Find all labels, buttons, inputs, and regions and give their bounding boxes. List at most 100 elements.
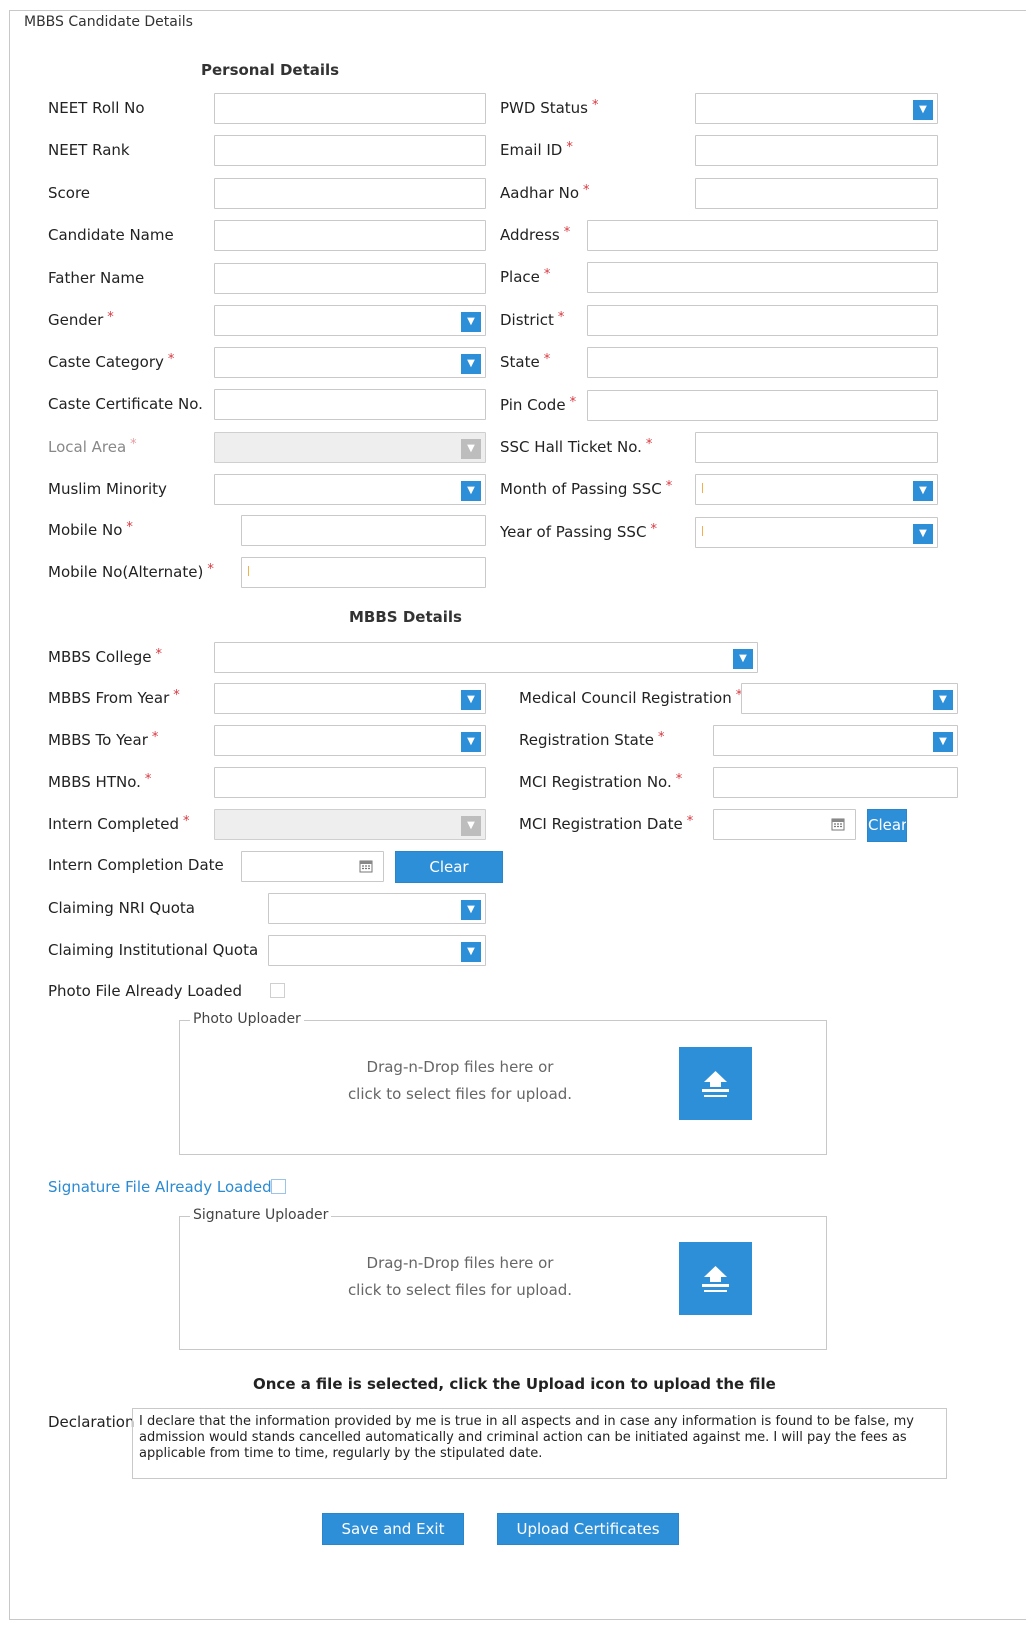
month-of-passing-ssc-select[interactable]: ▼ [695,474,938,505]
upload-instruction-note: Once a file is selected, click the Uploa… [253,1375,776,1393]
upload-icon [702,1266,729,1292]
mbbs-college-label: MBBS College * [48,647,163,666]
medical-council-registration-select[interactable]: ▼ [741,683,958,714]
photo-drop-zone-text[interactable]: Drag-n-Drop files here or click to selec… [330,1054,590,1108]
year-of-passing-ssc-label: Year of Passing SSC * [500,522,657,541]
caste-certificate-no-label: Caste Certificate No. [48,395,203,413]
mbbs-to-year-select[interactable]: ▼ [214,725,486,756]
caste-category-label: Caste Category * [48,352,175,371]
claiming-nri-quota-select[interactable]: ▼ [268,893,486,924]
neet-roll-no-input[interactable] [214,93,486,124]
pwd-status-select[interactable]: ▼ [695,93,938,124]
neet-rank-label: NEET Rank [48,141,130,159]
local-area-label: Local Area * [48,437,137,456]
email-id-input[interactable] [695,135,938,166]
intern-date-clear-button[interactable]: Clear [395,851,503,883]
chevron-down-icon[interactable]: ▼ [913,481,933,501]
address-input[interactable] [587,220,938,251]
mbbs-htno-label: MBBS HTNo. * [48,772,152,791]
muslim-minority-select[interactable]: ▼ [214,474,486,505]
pwd-status-label: PWD Status * [500,98,599,117]
district-input[interactable] [587,305,938,336]
chevron-down-icon[interactable]: ▼ [913,524,933,544]
candidate-name-input[interactable] [214,220,486,251]
form-legend: MBBS Candidate Details [20,14,197,30]
caste-certificate-no-input[interactable] [214,389,486,420]
signature-uploader[interactable]: Signature Uploader Drag-n-Drop files her… [179,1207,827,1350]
score-input[interactable] [214,178,486,209]
photo-file-already-loaded-checkbox[interactable] [270,983,285,998]
drop-text-line2: click to select files for upload. [347,1085,573,1103]
mobile-no-input[interactable] [241,515,486,546]
chevron-down-icon[interactable]: ▼ [461,690,481,710]
calendar-icon[interactable] [831,817,845,831]
save-and-exit-button[interactable]: Save and Exit [322,1513,464,1545]
gender-select[interactable]: ▼ [214,305,486,336]
chevron-down-icon[interactable]: ▼ [461,354,481,374]
text-cursor [702,526,703,536]
month-of-passing-ssc-label: Month of Passing SSC * [500,479,673,498]
ssc-hall-ticket-no-label: SSC Hall Ticket No. * [500,437,653,456]
aadhar-no-label: Aadhar No * [500,183,590,202]
mci-registration-date-input[interactable] [713,809,856,840]
mobile-no-alternate-label: Mobile No(Alternate) * [48,562,214,581]
pin-code-label: Pin Code * [500,395,577,414]
text-cursor [702,483,703,493]
declaration-textarea[interactable]: I declare that the information provided … [132,1408,947,1479]
chevron-down-icon[interactable]: ▼ [933,732,953,752]
ssc-hall-ticket-no-input[interactable] [695,432,938,463]
mobile-no-label: Mobile No * [48,520,133,539]
place-label: Place * [500,267,551,286]
neet-rank-input[interactable] [214,135,486,166]
mbbs-to-year-label: MBBS To Year * [48,730,159,749]
chevron-down-icon: ▼ [461,816,481,836]
chevron-down-icon[interactable]: ▼ [461,942,481,962]
signature-uploader-legend: Signature Uploader [190,1207,332,1223]
chevron-down-icon[interactable]: ▼ [461,481,481,501]
state-label: State * [500,352,551,371]
declaration-label: Declaration [48,1413,135,1431]
drop-text-line2: click to select files for upload. [347,1281,573,1299]
chevron-down-icon: ▼ [461,439,481,459]
pin-code-input[interactable] [587,390,938,421]
registration-state-select[interactable]: ▼ [713,725,958,756]
intern-completion-date-input[interactable] [241,851,384,882]
claiming-institutional-quota-select[interactable]: ▼ [268,935,486,966]
photo-uploader-legend: Photo Uploader [190,1011,304,1027]
photo-upload-button[interactable] [679,1047,752,1120]
mci-registration-no-input[interactable] [713,767,958,798]
place-input[interactable] [587,262,938,293]
medical-council-registration-label: Medical Council Registration * [519,688,743,707]
mbbs-from-year-select[interactable]: ▼ [214,683,486,714]
year-of-passing-ssc-select[interactable]: ▼ [695,517,938,548]
upload-certificates-button[interactable]: Upload Certificates [497,1513,679,1545]
photo-uploader[interactable]: Photo Uploader Drag-n-Drop files here or… [179,1011,827,1155]
gender-label: Gender * [48,310,114,329]
district-label: District * [500,310,565,329]
chevron-down-icon[interactable]: ▼ [461,312,481,332]
caste-category-select[interactable]: ▼ [214,347,486,378]
signature-drop-zone-text[interactable]: Drag-n-Drop files here or click to selec… [330,1250,590,1304]
intern-completed-select: ▼ [214,809,486,840]
score-label: Score [48,184,91,202]
aadhar-no-input[interactable] [695,178,938,209]
mbbs-htno-input[interactable] [214,767,486,798]
signature-file-already-loaded-checkbox[interactable] [271,1179,286,1194]
registration-state-label: Registration State * [519,730,665,749]
upload-icon [702,1071,729,1097]
chevron-down-icon[interactable]: ▼ [461,900,481,920]
chevron-down-icon[interactable]: ▼ [913,100,933,120]
state-input[interactable] [587,347,938,378]
mobile-no-alternate-input[interactable] [241,557,486,588]
text-cursor [248,566,249,576]
chevron-down-icon[interactable]: ▼ [461,732,481,752]
neet-roll-no-label: NEET Roll No [48,99,145,117]
mbbs-college-select[interactable]: ▼ [214,642,758,673]
chevron-down-icon[interactable]: ▼ [933,690,953,710]
calendar-icon[interactable] [359,859,373,873]
chevron-down-icon[interactable]: ▼ [733,649,753,669]
father-name-input[interactable] [214,263,486,294]
signature-upload-button[interactable] [679,1242,752,1315]
mci-date-clear-button[interactable]: Clear [867,809,907,842]
signature-file-already-loaded-label: Signature File Already Loaded [48,1178,272,1196]
